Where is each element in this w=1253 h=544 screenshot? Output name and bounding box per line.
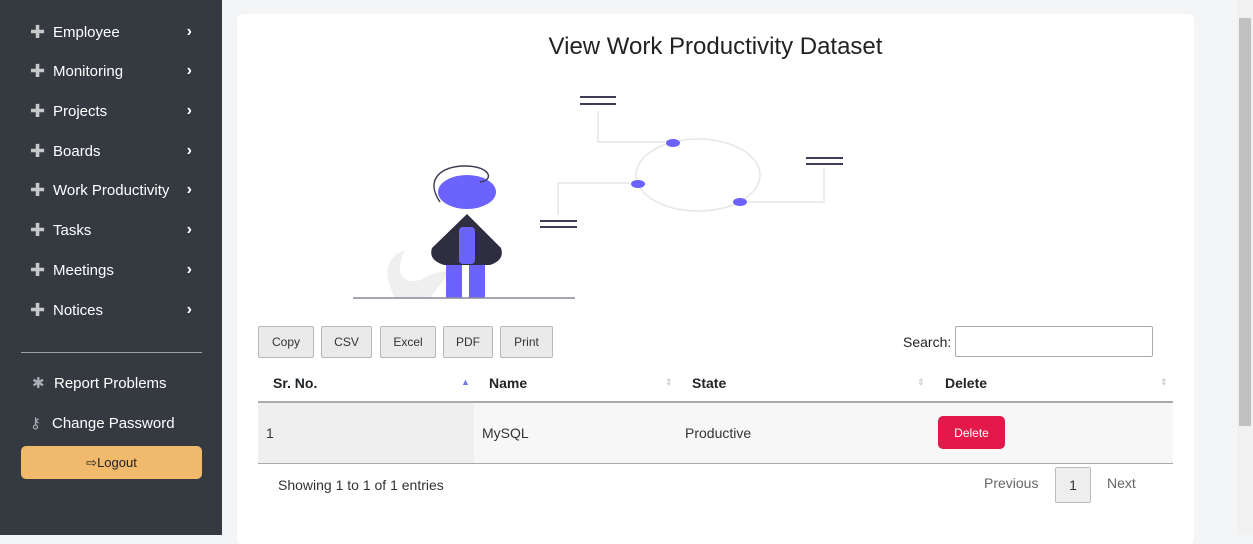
- plus-icon: ✚: [30, 100, 46, 121]
- plus-icon: ✚: [30, 179, 46, 200]
- pdf-button[interactable]: PDF: [443, 326, 493, 358]
- label: Name: [489, 375, 528, 391]
- chevron-right-icon: ›: [186, 221, 192, 238]
- divider: [21, 352, 202, 353]
- delete-button[interactable]: Delete: [938, 416, 1005, 449]
- label: Notices: [53, 301, 104, 319]
- cell-name: MySQL: [482, 425, 529, 441]
- cell-sr-no: 1: [258, 403, 474, 463]
- csv-button[interactable]: CSV: [321, 326, 372, 358]
- sidebar-item-boards[interactable]: ✚ Boards ›: [30, 139, 200, 163]
- label: Meetings: [53, 261, 114, 279]
- chevron-right-icon: ›: [186, 23, 192, 40]
- report-problems-link[interactable]: ✱ Report Problems: [32, 374, 167, 393]
- sidebar: ✚ Employee › ✚ Monitoring › ✚ Projects › ✚ Boar…: [0, 0, 222, 535]
- sidebar-item-notices[interactable]: ✚ Notices ›: [30, 298, 200, 322]
- sort-icon: ⇕: [1160, 377, 1168, 387]
- plus-icon: ✚: [30, 219, 46, 240]
- next-button[interactable]: Next: [1107, 475, 1136, 491]
- entries-info: Showing 1 to 1 of 1 entries: [278, 477, 444, 493]
- chevron-right-icon: ›: [186, 102, 192, 119]
- label: Boards: [53, 142, 101, 160]
- sidebar-item-projects[interactable]: ✚ Projects ›: [30, 99, 200, 123]
- search-input[interactable]: [955, 326, 1153, 357]
- chevron-right-icon: ›: [186, 261, 192, 278]
- scrollbar[interactable]: [1237, 0, 1253, 535]
- label: Change Password: [52, 414, 175, 432]
- plus-icon: ✚: [30, 60, 46, 81]
- copy-button[interactable]: Copy: [258, 326, 314, 358]
- chevron-right-icon: ›: [186, 181, 192, 198]
- plus-icon: ✚: [30, 259, 46, 280]
- plus-icon: ✚: [30, 21, 46, 42]
- page-1-button[interactable]: 1: [1055, 467, 1091, 503]
- sidebar-item-work-productivity[interactable]: ✚ Work Productivity ›: [30, 178, 200, 202]
- table-row: 1 MySQL Productive Delete: [258, 403, 1173, 463]
- label: Monitoring: [53, 62, 124, 80]
- chevron-right-icon: ›: [186, 301, 192, 318]
- sidebar-item-meetings[interactable]: ✚ Meetings ›: [30, 258, 200, 282]
- label: Tasks: [53, 221, 92, 239]
- change-password-link[interactable]: ⚷ Change Password: [30, 414, 175, 433]
- label: Work Productivity: [53, 181, 170, 199]
- content-card: View Work Productivity Dataset Copy CSV …: [237, 14, 1194, 544]
- print-button[interactable]: Print: [500, 326, 553, 358]
- sort-asc-icon: ▲: [461, 377, 470, 387]
- label: Delete: [945, 375, 988, 391]
- label: Report Problems: [54, 374, 167, 392]
- label: Projects: [53, 102, 108, 120]
- bug-icon: ✱: [32, 375, 45, 392]
- excel-button[interactable]: Excel: [380, 326, 436, 358]
- label: State: [692, 375, 727, 391]
- page-title: View Work Productivity Dataset: [548, 33, 883, 60]
- cell-state: Productive: [685, 425, 752, 441]
- sign-out-icon: ⇨: [86, 454, 98, 470]
- sidebar-item-employee[interactable]: ✚ Employee ›: [30, 20, 200, 44]
- sidebar-item-tasks[interactable]: ✚ Tasks ›: [30, 218, 200, 242]
- label: Employee: [53, 23, 120, 41]
- column-header-delete[interactable]: Delete ⇕: [945, 365, 1175, 401]
- search-label: Search:: [903, 334, 952, 350]
- illustration: [353, 96, 843, 299]
- sort-icon: ⇕: [917, 377, 925, 387]
- column-header-sr-no[interactable]: Sr. No. ▲: [273, 365, 473, 401]
- label: Sr. No.: [273, 375, 318, 391]
- column-header-name[interactable]: Name ⇕: [489, 365, 674, 401]
- label: Logout: [97, 455, 137, 470]
- scrollbar-thumb[interactable]: [1239, 18, 1251, 426]
- logout-button[interactable]: ⇨ Logout: [21, 446, 202, 479]
- table-bottom-border: [258, 463, 1173, 464]
- chevron-right-icon: ›: [186, 62, 192, 79]
- key-icon: ⚷: [30, 415, 41, 432]
- chevron-right-icon: ›: [186, 142, 192, 159]
- sidebar-item-monitoring[interactable]: ✚ Monitoring ›: [30, 59, 200, 83]
- plus-icon: ✚: [30, 140, 46, 161]
- sort-icon: ⇕: [665, 377, 673, 387]
- column-header-state[interactable]: State ⇕: [692, 365, 927, 401]
- previous-button[interactable]: Previous: [984, 475, 1038, 491]
- plus-icon: ✚: [30, 299, 46, 320]
